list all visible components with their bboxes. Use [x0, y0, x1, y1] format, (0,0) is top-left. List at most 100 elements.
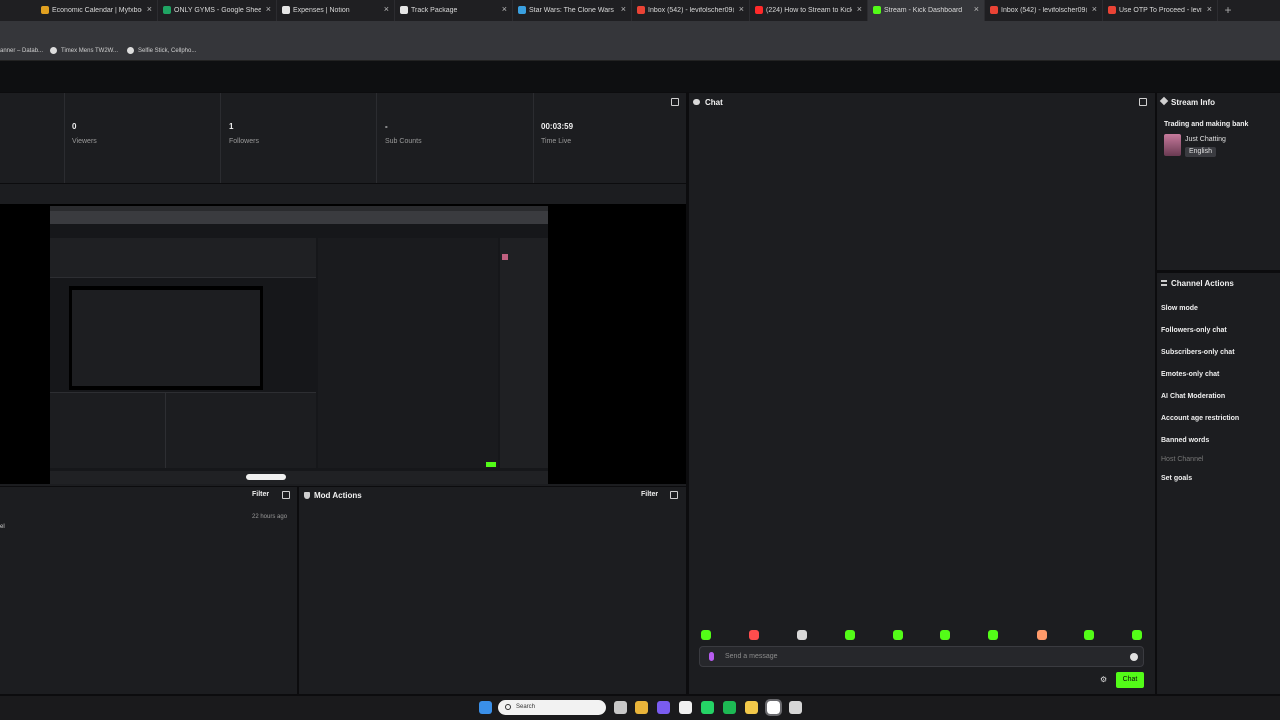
- shield-icon: [304, 492, 310, 499]
- emote-icon[interactable]: [940, 630, 950, 640]
- recent-events-panel: Filter 22 hours ago el: [0, 487, 297, 694]
- bookmark-item[interactable]: anner – Datab...: [0, 48, 43, 54]
- microphone-icon[interactable]: [709, 652, 714, 661]
- chat-bubble-icon: [693, 99, 700, 105]
- emoji-icon[interactable]: [1130, 653, 1138, 661]
- video-player[interactable]: [0, 204, 686, 484]
- browser-tab[interactable]: Inbox (542) - levifolscher09@g ×: [985, 0, 1103, 21]
- settings-icon[interactable]: [789, 701, 802, 714]
- windows-start-icon[interactable]: [479, 701, 492, 714]
- channel-action-item[interactable]: Set goals: [1161, 475, 1192, 482]
- language-badge: English: [1185, 147, 1216, 157]
- close-tab-icon[interactable]: ×: [857, 4, 862, 14]
- close-tab-icon[interactable]: ×: [974, 4, 979, 14]
- emote-icon[interactable]: [1037, 630, 1047, 640]
- emote-icon[interactable]: [1132, 630, 1142, 640]
- browser-tab[interactable]: Use OTP To Proceed - levifols ×: [1103, 0, 1218, 21]
- browser-tab[interactable]: (224) How to Stream to Kick on ×: [750, 0, 868, 21]
- stat-value: 0: [72, 122, 77, 131]
- capcut-icon[interactable]: [679, 701, 692, 714]
- gear-icon[interactable]: ⚙: [1100, 676, 1108, 684]
- browser-active-icon[interactable]: [765, 699, 782, 716]
- favicon-icon: [518, 6, 526, 14]
- browser-tab[interactable]: Inbox (542) - levifolscher09@g ×: [632, 0, 750, 21]
- chrome-icon[interactable]: [635, 701, 648, 714]
- tab-title: Use OTP To Proceed - levifols: [1119, 7, 1202, 14]
- channel-action-item[interactable]: Account age restriction: [1161, 415, 1239, 422]
- browser-address-bar[interactable]: [0, 21, 1280, 41]
- event-text: el: [0, 524, 5, 530]
- channel-action-item[interactable]: Banned words: [1161, 437, 1209, 444]
- stat-viewers: 0 Viewers: [65, 93, 221, 183]
- emote-icon[interactable]: [1084, 630, 1094, 640]
- task-view-icon[interactable]: [614, 701, 627, 714]
- stat-label: Time Live: [541, 138, 572, 145]
- browser-tab[interactable]: Track Package ×: [395, 0, 513, 21]
- favicon-icon: [282, 6, 290, 14]
- browser-tab-strip: Economic Calendar | Myfxbook × ONLY GYMS -…: [0, 0, 1280, 21]
- bookmark-label: Selfie Stick, Cellpho...: [138, 47, 197, 54]
- emote-icon[interactable]: [797, 630, 807, 640]
- chat-input[interactable]: Send a message: [699, 646, 1144, 667]
- bookmark-item[interactable]: Selfie Stick, Cellpho...: [127, 47, 196, 54]
- file-explorer-icon[interactable]: [745, 701, 758, 714]
- bookmark-item[interactable]: Timex Mens TW2W...: [50, 47, 118, 54]
- browser-tab[interactable]: Stream - Kick Dashboard ×: [868, 0, 985, 21]
- popout-icon[interactable]: [282, 491, 290, 499]
- emote-icon[interactable]: [701, 630, 711, 640]
- spotify-icon[interactable]: [723, 701, 736, 714]
- chat-send-label: Chat: [1122, 676, 1138, 683]
- close-tab-icon[interactable]: ×: [739, 4, 744, 14]
- close-tab-icon[interactable]: ×: [502, 4, 507, 14]
- emote-icon[interactable]: [845, 630, 855, 640]
- spotify-like-icon[interactable]: [657, 701, 670, 714]
- tab-title: ONLY GYMS - Google Sheets: [174, 7, 261, 14]
- close-tab-icon[interactable]: ×: [1092, 4, 1097, 14]
- dashboard-header: [0, 61, 1280, 92]
- favicon-icon: [163, 6, 171, 14]
- tab-title: Economic Calendar | Myfxbook: [52, 7, 142, 14]
- channel-action-item[interactable]: Host Channel: [1161, 456, 1203, 463]
- close-tab-icon[interactable]: ×: [266, 4, 271, 14]
- chat-send-button[interactable]: Chat: [1116, 672, 1144, 688]
- category-thumbnail: [1164, 134, 1181, 156]
- channel-action-item[interactable]: AI Chat Moderation: [1161, 393, 1225, 400]
- new-tab-button[interactable]: +: [1218, 0, 1238, 21]
- channel-action-item[interactable]: Emotes-only chat: [1161, 371, 1219, 378]
- emote-icon[interactable]: [893, 630, 903, 640]
- favicon-icon: [400, 6, 408, 14]
- popout-icon[interactable]: [1139, 98, 1147, 106]
- windows-taskbar: Search: [0, 696, 1280, 720]
- whatsapp-icon[interactable]: [701, 701, 714, 714]
- filter-button[interactable]: Filter: [641, 491, 658, 498]
- stream-info-panel: Stream Info Trading and making bank Just…: [1157, 93, 1280, 270]
- stat-followers: 1 Followers: [221, 93, 377, 183]
- channel-action-item[interactable]: Followers-only chat: [1161, 327, 1227, 334]
- channel-action-item[interactable]: Slow mode: [1161, 305, 1198, 312]
- popout-icon[interactable]: [670, 491, 678, 499]
- favicon-icon: [990, 6, 998, 14]
- stream-preview-panel: [0, 184, 686, 486]
- close-tab-icon[interactable]: ×: [147, 4, 152, 14]
- browser-tab[interactable]: Expenses | Notion ×: [277, 0, 395, 21]
- tab-title: (224) How to Stream to Kick on: [766, 7, 852, 14]
- channel-action-item[interactable]: Subscribers-only chat: [1161, 349, 1235, 356]
- taskbar-search-box[interactable]: Search: [498, 700, 606, 715]
- stats-panel: 0 Viewers 1 Followers - Sub Counts 00:03…: [0, 93, 686, 183]
- stream-info-title: Stream Info: [1171, 98, 1216, 107]
- stat-sub-counts: - Sub Counts: [377, 93, 534, 183]
- emote-icon[interactable]: [749, 630, 759, 640]
- close-tab-icon[interactable]: ×: [1207, 4, 1212, 14]
- filter-button[interactable]: Filter: [252, 491, 269, 498]
- browser-tab[interactable]: Star Wars: The Clone Wars | Di ×: [513, 0, 632, 21]
- favicon-icon: [41, 6, 49, 14]
- stream-title: Trading and making bank: [1164, 121, 1249, 128]
- close-tab-icon[interactable]: ×: [621, 4, 626, 14]
- tab-title: Expenses | Notion: [293, 7, 350, 14]
- close-tab-icon[interactable]: ×: [384, 4, 389, 14]
- browser-tab[interactable]: Economic Calendar | Myfxbook ×: [36, 0, 158, 21]
- pencil-icon: [1159, 96, 1169, 106]
- emote-icon[interactable]: [988, 630, 998, 640]
- browser-tab[interactable]: ONLY GYMS - Google Sheets ×: [158, 0, 277, 21]
- language-label: English: [1189, 148, 1212, 155]
